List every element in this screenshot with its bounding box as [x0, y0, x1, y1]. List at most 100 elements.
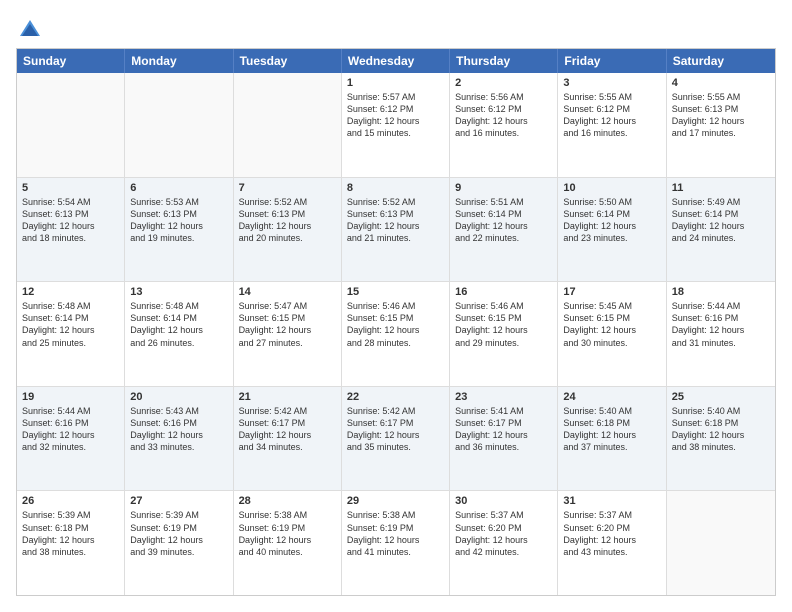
day-number: 8 — [347, 182, 444, 194]
day-number: 30 — [455, 495, 552, 507]
calendar-cell: 27Sunrise: 5:39 AM Sunset: 6:19 PM Dayli… — [125, 491, 233, 595]
day-detail: Sunrise: 5:56 AM Sunset: 6:12 PM Dayligh… — [455, 91, 552, 140]
day-detail: Sunrise: 5:50 AM Sunset: 6:14 PM Dayligh… — [563, 196, 660, 245]
day-number: 20 — [130, 391, 227, 403]
header-cell-tuesday: Tuesday — [234, 49, 342, 73]
day-number: 4 — [672, 77, 770, 89]
day-number: 23 — [455, 391, 552, 403]
calendar-row-2: 5 Sunrise: 5:54 AM Sunset: 6:13 PM Daylig… — [17, 177, 775, 282]
day-detail: Sunrise: 5:52 AM Sunset: 6:13 PM Dayligh… — [347, 196, 444, 245]
calendar-cell: 29 Sunrise: 5:38 AM Sunset: 6:19 PM Dayli… — [342, 491, 450, 595]
calendar-cell: 12 Sunrise: 5:48 AM Sunset: 6:14 PM Dayli… — [17, 282, 125, 386]
day-detail: Sunrise: 5:42 AM Sunset: 6:17 PM Dayligh… — [239, 405, 336, 454]
header-cell-friday: Friday — [558, 49, 666, 73]
day-number: 6 — [130, 182, 227, 194]
day-number: 26 — [22, 495, 119, 507]
day-detail: Sunrise: 5:49 AM Sunset: 6:14 PM Dayligh… — [672, 196, 770, 245]
calendar-cell: 14 Sunrise: 5:47 AM Sunset: 6:15 PM Dayli… — [234, 282, 342, 386]
calendar-cell: 31 Sunrise: 5:37 AM Sunset: 6:20 PM Dayli… — [558, 491, 666, 595]
day-detail: Sunrise: 5:37 AM Sunset: 6:20 PM Dayligh… — [455, 509, 552, 558]
day-detail: Sunrise: 5:38 AM Sunset: 6:19 PM Dayligh… — [347, 509, 444, 558]
calendar-cell: 30 Sunrise: 5:37 AM Sunset: 6:20 PM Dayli… — [450, 491, 558, 595]
calendar-cell — [17, 73, 125, 177]
header-cell-monday: Monday — [125, 49, 233, 73]
calendar-cell: 17Sunrise: 5:45 AM Sunset: 6:15 PM Dayli… — [558, 282, 666, 386]
calendar-cell — [125, 73, 233, 177]
calendar-cell: 22Sunrise: 5:42 AM Sunset: 6:17 PM Dayli… — [342, 387, 450, 491]
day-detail: Sunrise: 5:37 AM Sunset: 6:20 PM Dayligh… — [563, 509, 660, 558]
calendar-cell: 9Sunrise: 5:51 AM Sunset: 6:14 PM Daylig… — [450, 178, 558, 282]
day-number: 28 — [239, 495, 336, 507]
day-detail: Sunrise: 5:38 AM Sunset: 6:19 PM Dayligh… — [239, 509, 336, 558]
day-number: 24 — [563, 391, 660, 403]
day-detail: Sunrise: 5:44 AM Sunset: 6:16 PM Dayligh… — [22, 405, 119, 454]
logo-icon — [16, 16, 44, 44]
day-number: 14 — [239, 286, 336, 298]
calendar-row-1: 1 Sunrise: 5:57 AM Sunset: 6:12 PM Daylig… — [17, 73, 775, 177]
day-detail: Sunrise: 5:57 AM Sunset: 6:12 PM Dayligh… — [347, 91, 444, 140]
calendar-cell: 15 Sunrise: 5:46 AM Sunset: 6:15 PM Dayli… — [342, 282, 450, 386]
calendar-cell: 11 Sunrise: 5:49 AM Sunset: 6:14 PM Dayli… — [667, 178, 775, 282]
calendar-cell: 7 Sunrise: 5:52 AM Sunset: 6:13 PM Daylig… — [234, 178, 342, 282]
header — [16, 16, 776, 44]
day-number: 19 — [22, 391, 119, 403]
calendar-cell: 4 Sunrise: 5:55 AM Sunset: 6:13 PM Daylig… — [667, 73, 775, 177]
calendar-cell: 2 Sunrise: 5:56 AM Sunset: 6:12 PM Daylig… — [450, 73, 558, 177]
day-detail: Sunrise: 5:43 AM Sunset: 6:16 PM Dayligh… — [130, 405, 227, 454]
day-detail: Sunrise: 5:46 AM Sunset: 6:15 PM Dayligh… — [455, 300, 552, 349]
day-number: 29 — [347, 495, 444, 507]
day-detail: Sunrise: 5:41 AM Sunset: 6:17 PM Dayligh… — [455, 405, 552, 454]
day-detail: Sunrise: 5:40 AM Sunset: 6:18 PM Dayligh… — [672, 405, 770, 454]
calendar-cell: 23 Sunrise: 5:41 AM Sunset: 6:17 PM Dayli… — [450, 387, 558, 491]
calendar-cell: 10 Sunrise: 5:50 AM Sunset: 6:14 PM Dayli… — [558, 178, 666, 282]
day-detail: Sunrise: 5:55 AM Sunset: 6:12 PM Dayligh… — [563, 91, 660, 140]
calendar-cell: 1 Sunrise: 5:57 AM Sunset: 6:12 PM Daylig… — [342, 73, 450, 177]
day-number: 3 — [563, 77, 660, 89]
day-detail: Sunrise: 5:52 AM Sunset: 6:13 PM Dayligh… — [239, 196, 336, 245]
day-detail: Sunrise: 5:47 AM Sunset: 6:15 PM Dayligh… — [239, 300, 336, 349]
day-number: 9 — [455, 182, 552, 194]
calendar-header: SundayMondayTuesdayWednesdayThursdayFrid… — [17, 49, 775, 73]
day-detail: Sunrise: 5:53 AM Sunset: 6:13 PM Dayligh… — [130, 196, 227, 245]
page: SundayMondayTuesdayWednesdayThursdayFrid… — [0, 0, 792, 612]
calendar-cell: 24Sunrise: 5:40 AM Sunset: 6:18 PM Dayli… — [558, 387, 666, 491]
day-number: 11 — [672, 182, 770, 194]
calendar-cell: 28 Sunrise: 5:38 AM Sunset: 6:19 PM Dayli… — [234, 491, 342, 595]
day-number: 21 — [239, 391, 336, 403]
calendar-cell: 8 Sunrise: 5:52 AM Sunset: 6:13 PM Daylig… — [342, 178, 450, 282]
header-cell-thursday: Thursday — [450, 49, 558, 73]
day-number: 15 — [347, 286, 444, 298]
calendar-row-4: 19 Sunrise: 5:44 AM Sunset: 6:16 PM Dayli… — [17, 386, 775, 491]
calendar-cell: 19 Sunrise: 5:44 AM Sunset: 6:16 PM Dayli… — [17, 387, 125, 491]
day-number: 25 — [672, 391, 770, 403]
day-number: 5 — [22, 182, 119, 194]
day-number: 10 — [563, 182, 660, 194]
day-number: 16 — [455, 286, 552, 298]
day-detail: Sunrise: 5:48 AM Sunset: 6:14 PM Dayligh… — [22, 300, 119, 349]
day-detail: Sunrise: 5:45 AM Sunset: 6:15 PM Dayligh… — [563, 300, 660, 349]
day-detail: Sunrise: 5:39 AM Sunset: 6:18 PM Dayligh… — [22, 509, 119, 558]
calendar-cell: 20 Sunrise: 5:43 AM Sunset: 6:16 PM Dayli… — [125, 387, 233, 491]
day-number: 12 — [22, 286, 119, 298]
day-number: 7 — [239, 182, 336, 194]
day-detail: Sunrise: 5:55 AM Sunset: 6:13 PM Dayligh… — [672, 91, 770, 140]
day-detail: Sunrise: 5:48 AM Sunset: 6:14 PM Dayligh… — [130, 300, 227, 349]
logo — [16, 16, 48, 44]
calendar-cell: 21 Sunrise: 5:42 AM Sunset: 6:17 PM Dayli… — [234, 387, 342, 491]
calendar-cell: 18Sunrise: 5:44 AM Sunset: 6:16 PM Dayli… — [667, 282, 775, 386]
day-number: 1 — [347, 77, 444, 89]
calendar-cell: 3 Sunrise: 5:55 AM Sunset: 6:12 PM Daylig… — [558, 73, 666, 177]
day-detail: Sunrise: 5:39 AM Sunset: 6:19 PM Dayligh… — [130, 509, 227, 558]
day-detail: Sunrise: 5:46 AM Sunset: 6:15 PM Dayligh… — [347, 300, 444, 349]
day-number: 31 — [563, 495, 660, 507]
calendar-cell — [667, 491, 775, 595]
day-detail: Sunrise: 5:54 AM Sunset: 6:13 PM Dayligh… — [22, 196, 119, 245]
calendar-cell: 25 Sunrise: 5:40 AM Sunset: 6:18 PM Dayli… — [667, 387, 775, 491]
calendar: SundayMondayTuesdayWednesdayThursdayFrid… — [16, 48, 776, 596]
day-number: 2 — [455, 77, 552, 89]
header-cell-saturday: Saturday — [667, 49, 775, 73]
day-detail: Sunrise: 5:44 AM Sunset: 6:16 PM Dayligh… — [672, 300, 770, 349]
calendar-cell: 6 Sunrise: 5:53 AM Sunset: 6:13 PM Daylig… — [125, 178, 233, 282]
header-cell-wednesday: Wednesday — [342, 49, 450, 73]
calendar-cell: 26 Sunrise: 5:39 AM Sunset: 6:18 PM Dayli… — [17, 491, 125, 595]
